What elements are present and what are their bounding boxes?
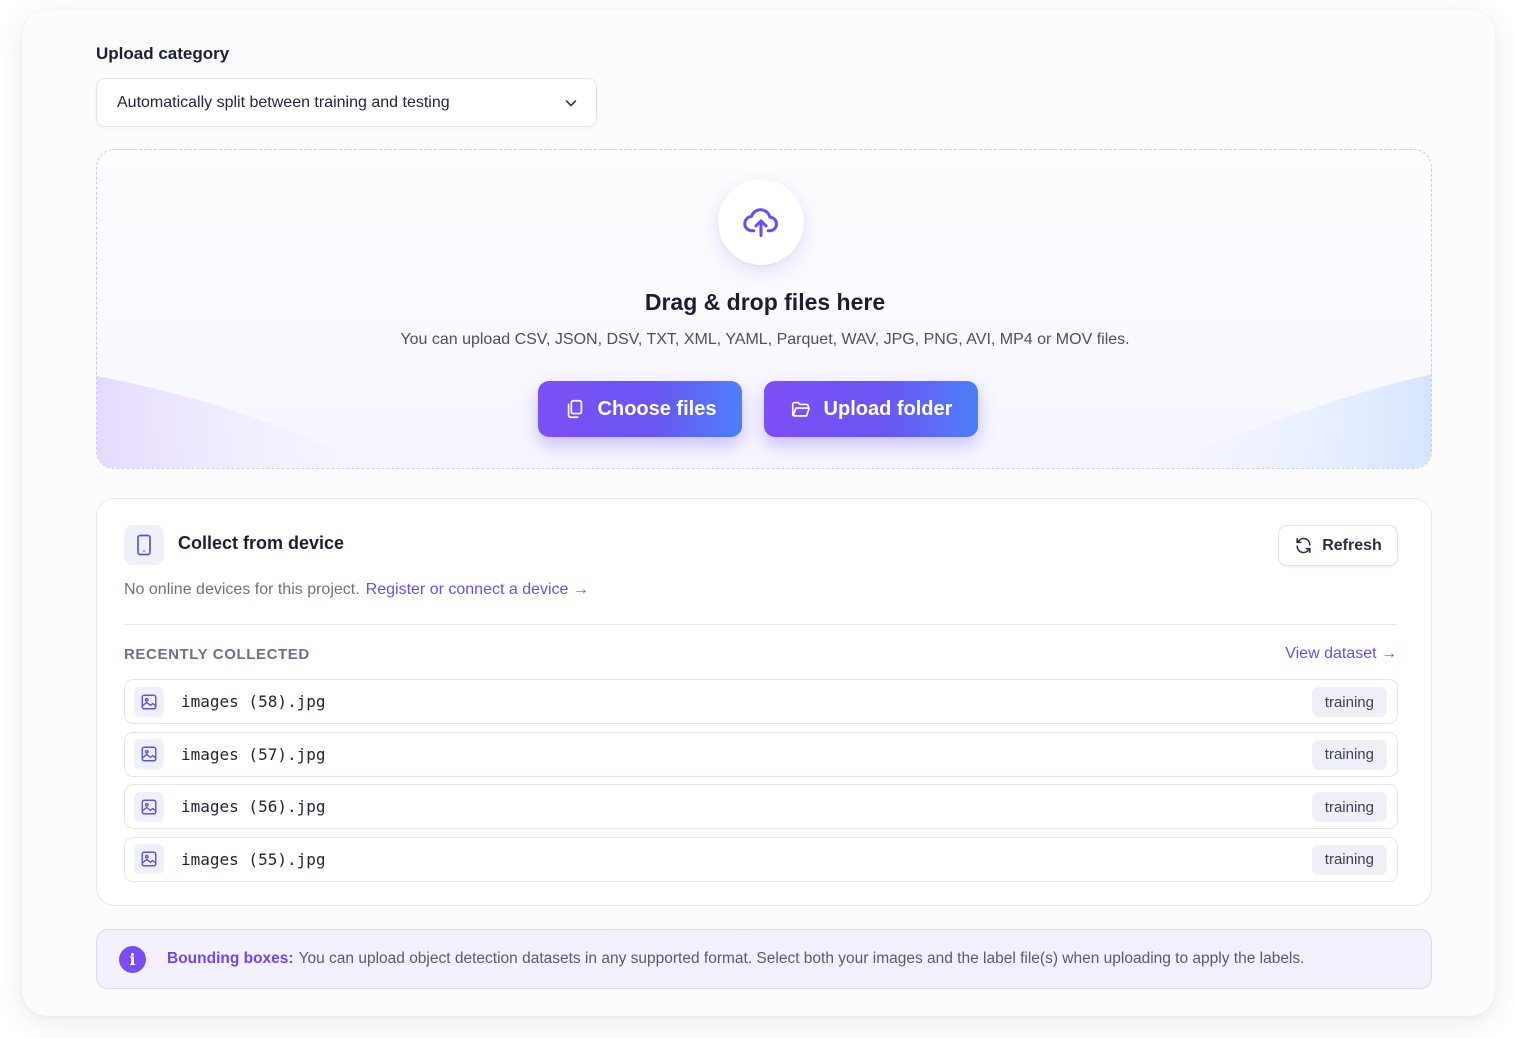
file-row[interactable]: images (56).jpg training <box>124 784 1398 829</box>
upload-category-value: Automatically split between training and… <box>117 93 450 111</box>
info-banner-body: You can upload object detection datasets… <box>298 950 1305 967</box>
view-dataset-link[interactable]: View dataset → <box>1285 645 1397 663</box>
recent-file-list: images (58).jpg training images (57).jpg… <box>124 679 1398 889</box>
file-dropzone[interactable]: Drag & drop files here You can upload CS… <box>96 149 1432 469</box>
refresh-icon <box>1296 537 1311 554</box>
file-icon-box <box>134 739 164 769</box>
device-icon-box <box>124 525 164 565</box>
phone-icon <box>137 534 151 556</box>
device-status-line: No online devices for this project. Regis… <box>124 581 589 599</box>
dropzone-subtitle: You can upload CSV, JSON, DSV, TXT, XML,… <box>400 331 1130 348</box>
image-icon <box>141 746 157 762</box>
refresh-button[interactable]: Refresh <box>1278 525 1398 566</box>
cloud-upload-icon <box>743 208 779 237</box>
choose-files-label: Choose files <box>597 397 717 420</box>
image-icon <box>141 799 157 814</box>
file-icon-box <box>134 686 164 717</box>
info-banner-title: Bounding boxes: <box>167 950 294 967</box>
file-row[interactable]: images (57).jpg training <box>124 731 1398 777</box>
section-divider <box>124 624 1398 625</box>
file-name: images (55).jpg <box>181 849 326 869</box>
upload-folder-button[interactable]: Upload folder <box>764 381 978 437</box>
file-split-tag: training <box>1311 844 1387 875</box>
files-icon <box>567 399 582 419</box>
upload-cloud-badge <box>718 179 804 265</box>
bounding-boxes-info-banner: i Bounding boxes: You can upload object d… <box>96 929 1432 989</box>
file-name: images (56).jpg <box>181 797 326 816</box>
folder-icon <box>791 401 810 417</box>
file-split-tag: training <box>1311 687 1387 717</box>
info-banner-text: Bounding boxes: You can upload object det… <box>167 950 1304 968</box>
file-split-tag: training <box>1311 739 1387 770</box>
file-icon-box <box>134 844 164 874</box>
chevron-down-icon <box>565 99 577 106</box>
image-icon <box>141 694 157 709</box>
device-section-title: Collect from device <box>178 533 345 553</box>
upload-folder-label: Upload folder <box>823 397 953 420</box>
dropzone-title: Drag & drop files here <box>644 289 886 315</box>
info-icon: i <box>119 945 146 973</box>
register-device-link[interactable]: Register or connect a device → <box>366 581 589 598</box>
recently-collected-heading: RECENTLY COLLECTED <box>124 646 310 663</box>
upload-category-label: Upload category <box>96 44 230 63</box>
file-name: images (58).jpg <box>181 692 326 711</box>
file-row[interactable]: images (58).jpg training <box>124 679 1398 724</box>
file-split-tag: training <box>1311 792 1387 822</box>
image-icon <box>141 851 157 867</box>
file-icon-box <box>134 791 164 822</box>
file-name: images (57).jpg <box>181 744 326 764</box>
choose-files-button[interactable]: Choose files <box>538 381 742 437</box>
device-status-text: No online devices for this project. <box>124 581 360 598</box>
refresh-label: Refresh <box>1322 536 1382 554</box>
file-row[interactable]: images (55).jpg training <box>124 836 1398 882</box>
upload-category-select[interactable]: Automatically split between training and… <box>96 78 597 127</box>
collect-from-device-card: Collect from device Refresh No online de… <box>96 498 1432 906</box>
